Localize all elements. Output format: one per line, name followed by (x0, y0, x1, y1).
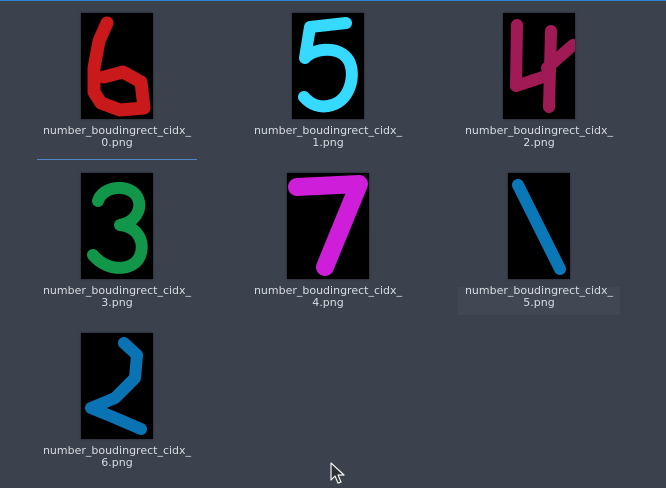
file-name: number_boudingrect_cidx_ 0.png (36, 125, 198, 149)
mouse-pointer-icon (330, 462, 346, 484)
file-name: number_boudingrect_cidx_ 3.png (36, 285, 198, 309)
thumbnail (503, 13, 575, 119)
file-item-5[interactable]: number_boudingrect_cidx_ 5.png (458, 161, 620, 315)
file-item-1[interactable]: number_boudingrect_cidx_ 1.png (247, 1, 409, 155)
thumbnail (287, 173, 369, 279)
file-item-4[interactable]: number_boudingrect_cidx_ 4.png (247, 161, 409, 315)
digit-2-blue-icon (85, 337, 147, 435)
file-name-line-2: 0.png (101, 136, 133, 149)
file-name-line-2: 3.png (101, 296, 133, 309)
digit-7-magenta-icon (288, 175, 368, 276)
thumbnail (81, 13, 153, 119)
thumbnail (508, 173, 570, 279)
file-item-0[interactable]: number_boudingrect_cidx_ 0.png (36, 1, 198, 160)
file-name: number_boudingrect_cidx_ 4.png (247, 285, 409, 309)
file-name: number_boudingrect_cidx_ 1.png (247, 125, 409, 149)
digit-1-blue-icon (512, 179, 566, 275)
file-item-6[interactable]: number_boudingrect_cidx_ 6.png (36, 321, 198, 475)
file-name: number_boudingrect_cidx_ 6.png (36, 445, 198, 469)
digit-4-maroon-icon (510, 19, 575, 113)
file-name-line-2: 4.png (312, 296, 344, 309)
file-name-line-2: 1.png (312, 136, 344, 149)
selection-underline (37, 159, 197, 160)
file-name-line-2: 5.png (523, 296, 555, 309)
thumbnail (81, 173, 153, 279)
digit-5-cyan-icon (298, 17, 358, 113)
file-item-3[interactable]: number_boudingrect_cidx_ 3.png (36, 161, 198, 315)
digit-3-green-icon (87, 181, 148, 274)
file-item-2[interactable]: number_boudingrect_cidx_ 2.png (458, 1, 620, 155)
thumbnail (292, 13, 364, 119)
file-name-line-2: 6.png (101, 456, 133, 469)
file-name: number_boudingrect_cidx_ 2.png (458, 125, 620, 149)
digit-6-red-icon (87, 16, 151, 117)
thumbnail (81, 333, 153, 439)
file-name: number_boudingrect_cidx_ 5.png (458, 285, 620, 309)
file-name-line-2: 2.png (523, 136, 555, 149)
